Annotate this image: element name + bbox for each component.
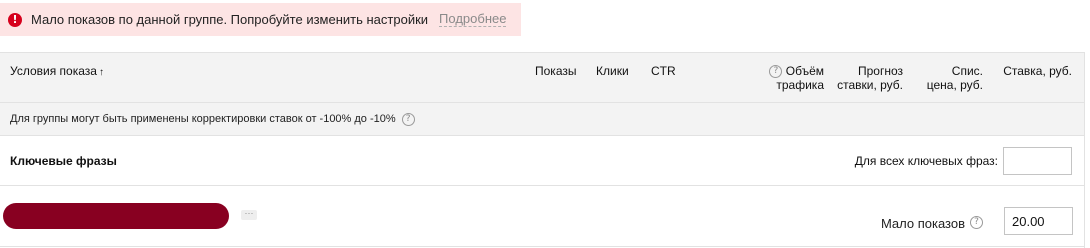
- bid-adjustment-info: Для группы могут быть применены корректи…: [0, 103, 1084, 136]
- all-keywords-bid-label: Для всех ключевых фраз:: [854, 154, 998, 168]
- column-traffic-line1: Объём: [785, 64, 824, 78]
- bid-input[interactable]: [1004, 207, 1073, 235]
- column-forecast[interactable]: Прогноз ставки, руб.: [837, 64, 903, 92]
- details-link[interactable]: Подробнее: [439, 12, 507, 27]
- column-forecast-line1: Прогноз: [857, 64, 903, 78]
- low-impressions-status: Мало показов: [880, 216, 965, 231]
- column-charge-price[interactable]: Спис. цена, руб.: [927, 64, 983, 92]
- help-icon[interactable]: ?: [769, 65, 783, 79]
- column-charge-line2: цена, руб.: [926, 78, 983, 92]
- help-icon[interactable]: ?: [970, 216, 983, 229]
- column-impressions[interactable]: Показы: [535, 64, 576, 78]
- page: ! Мало показов по данной группе. Попробу…: [0, 0, 1090, 248]
- warning-text: Мало показов по данной группе. Попробуйт…: [31, 12, 429, 27]
- more-options-button[interactable]: ···: [241, 209, 257, 220]
- redacted-keyword-phrase: [3, 203, 229, 229]
- low-impressions-warning: ! Мало показов по данной группе. Попробу…: [0, 3, 521, 36]
- column-traffic-line2: трафика: [776, 78, 824, 93]
- keywords-section-row: Ключевые фразы Для всех ключевых фраз:: [0, 137, 1084, 186]
- column-traffic[interactable]: ? Объём трафика: [769, 64, 824, 92]
- column-conditions[interactable]: Условия показа ↑: [10, 64, 104, 80]
- column-forecast-line2: ставки, руб.: [837, 78, 903, 92]
- sort-asc-icon: ↑: [98, 67, 104, 78]
- help-icon[interactable]: ?: [401, 112, 415, 126]
- column-ctr[interactable]: CTR: [651, 64, 676, 78]
- conditions-table: Условия показа ↑ Показы Клики CTR ? Объём…: [0, 52, 1085, 248]
- bid-adjustment-text: Для группы могут быть применены корректи…: [10, 113, 396, 125]
- column-charge-line1: Спис.: [951, 64, 983, 78]
- column-bid[interactable]: Ставка, руб.: [1003, 64, 1072, 78]
- column-clicks[interactable]: Клики: [596, 64, 629, 78]
- all-keywords-bid-input[interactable]: [1003, 147, 1072, 175]
- table-row: ··· Мало показов ?: [0, 186, 1084, 247]
- column-conditions-label: Условия показа: [10, 64, 97, 78]
- table-header: Условия показа ↑ Показы Клики CTR ? Объём…: [0, 53, 1084, 103]
- exclamation-icon: !: [8, 12, 22, 27]
- keywords-title: Ключевые фразы: [10, 154, 117, 168]
